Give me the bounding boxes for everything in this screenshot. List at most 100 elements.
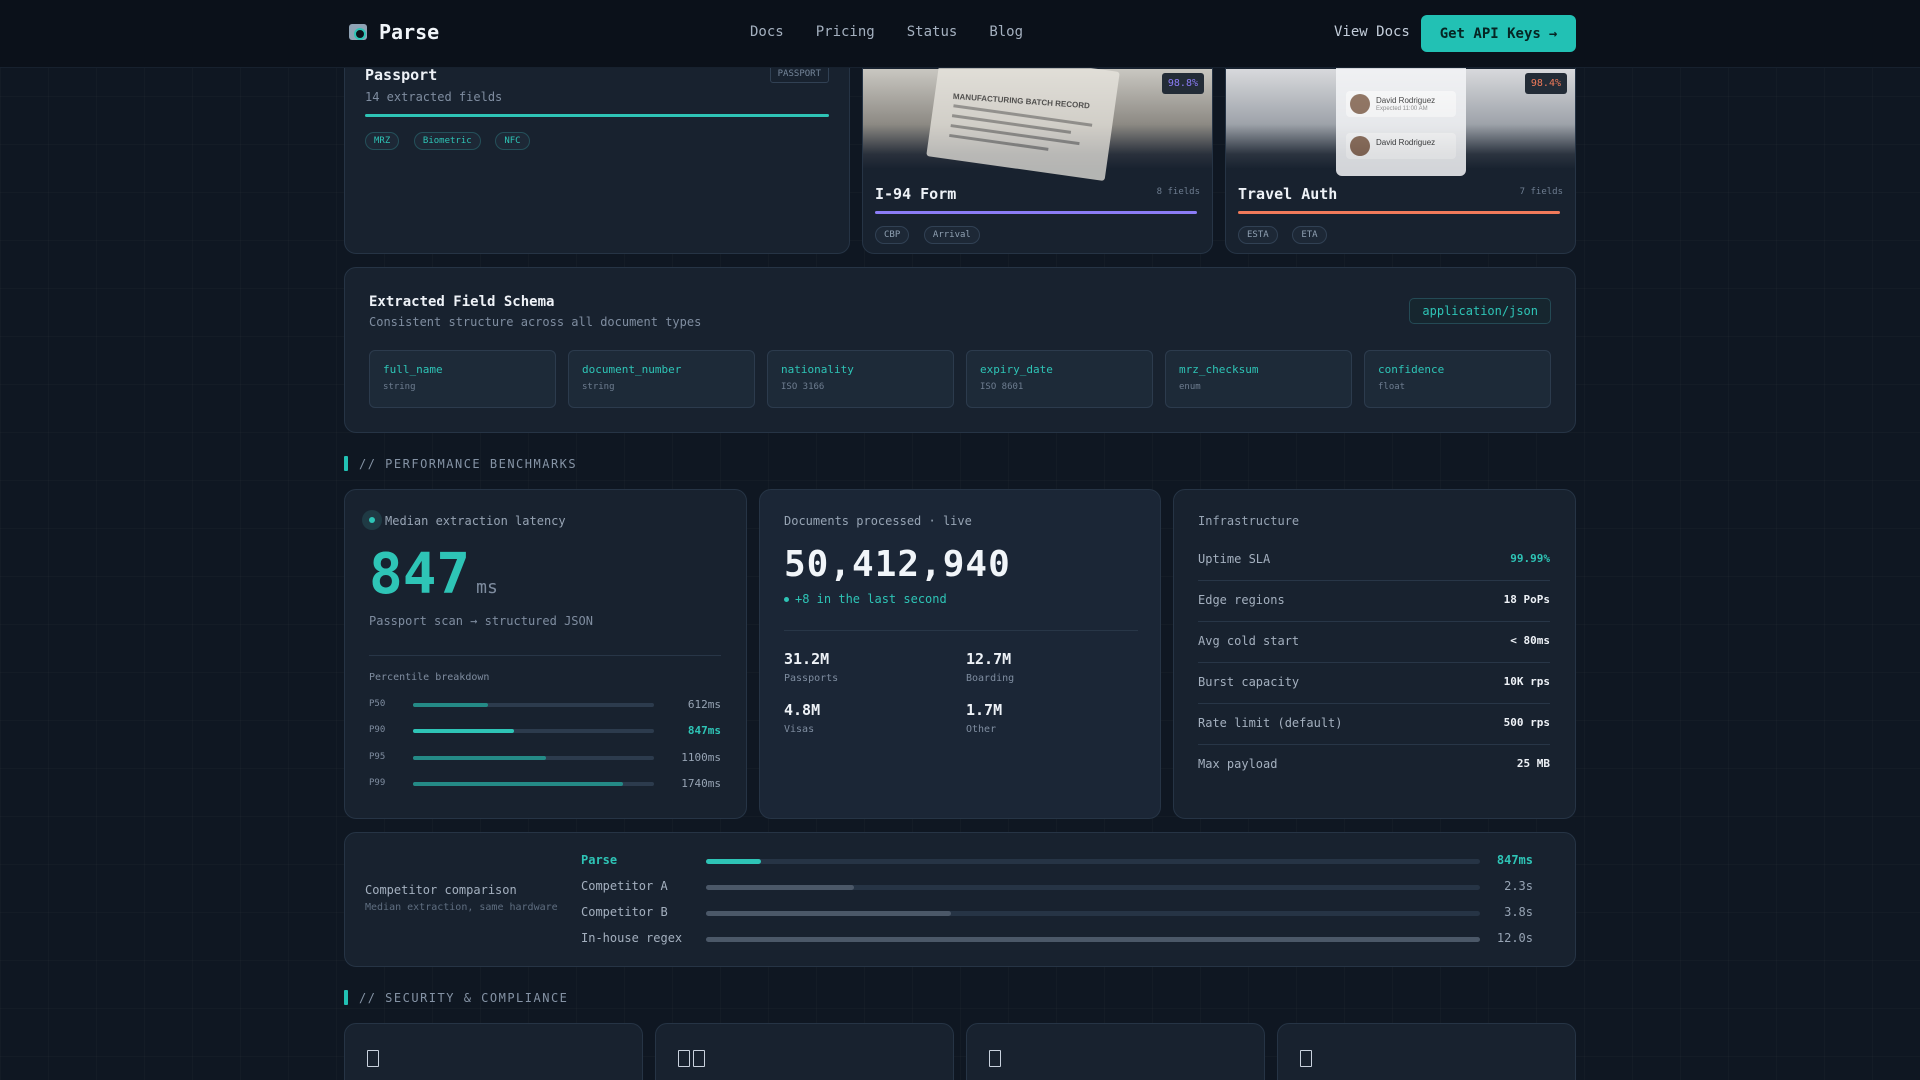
field-type: float (1378, 382, 1406, 392)
field-expiry-date[interactable]: expiry_date ISO 8601 (966, 350, 1153, 408)
key-icon (1300, 1050, 1312, 1067)
schema-subtitle: Consistent structure across all document… (369, 315, 702, 329)
field-name: full_name (383, 363, 443, 376)
i94-card[interactable]: MANUFACTURING BATCH RECORD 98.8% I-94 Fo… (862, 40, 1213, 254)
percentile-bar-fill (413, 729, 515, 733)
competitor-row: Parse 847ms (581, 853, 1551, 869)
travel-chips: ESTA ETA (1238, 222, 1332, 244)
latency-caption: Passport scan → structured JSON (369, 614, 593, 628)
competitor-bar-track (706, 911, 1480, 916)
travel-confidence-badge: 98.4% (1524, 73, 1567, 94)
photo-expected-1: Expected 11:00 AM (1376, 106, 1428, 112)
percentile-bar-fill (413, 782, 623, 786)
percentile-breakdown-label: Percentile breakdown (369, 672, 490, 683)
competitor-name: Parse (581, 853, 618, 867)
scanner-logo-icon (349, 24, 367, 40)
nav-link-status[interactable]: Status (907, 24, 958, 40)
percentile-row-p50: P50 612ms (369, 698, 721, 712)
i94-field-count: 8 fields (1156, 187, 1200, 197)
competitor-bar-track (706, 859, 1480, 864)
latency-value-group: 847 ms (369, 542, 498, 607)
nav-link-docs[interactable]: Docs (750, 24, 784, 40)
field-full-name[interactable]: full_name string (369, 350, 556, 408)
field-type: ISO 8601 (980, 382, 1024, 392)
percentile-bar-track (413, 703, 654, 707)
infra-row: Max payload 25 MB (1198, 745, 1550, 786)
passport-card[interactable]: PASSPORT Passport 14 extracted fields MR… (344, 40, 850, 254)
competitor-bar-fill (706, 885, 855, 890)
infra-row: Avg cold start < 80ms (1198, 622, 1550, 663)
security-card-2[interactable] (655, 1023, 954, 1080)
security-section-label: // SECURITY & COMPLIANCE (344, 990, 568, 1005)
percentile-value: 612ms (687, 698, 721, 711)
stat-passports: 31.2M Passports (784, 650, 838, 684)
stat-other: 1.7M Other (966, 701, 1002, 735)
chip-cbp: CBP (875, 226, 910, 244)
percentile-value: 1100ms (681, 751, 721, 764)
nav-link-pricing[interactable]: Pricing (816, 24, 875, 40)
photo-name-2: David Rodriguez (1376, 138, 1436, 147)
phone-screen: David Rodriguez Expected 11:00 AM David … (1336, 61, 1466, 176)
percentile-bar-fill (413, 756, 546, 760)
field-type: string (582, 382, 615, 392)
performance-section-label: // PERFORMANCE BENCHMARKS (344, 456, 577, 471)
infra-value: 25 MB (1516, 757, 1550, 770)
percentile-bar-track (413, 782, 654, 786)
security-card-3[interactable] (966, 1023, 1265, 1080)
passport-accuracy-bar (365, 114, 829, 117)
field-name: confidence (1378, 363, 1445, 376)
competitor-value: 847ms (1496, 853, 1533, 867)
stat-value: 31.2M (784, 650, 830, 668)
percentile-row-p99: P99 1740ms (369, 777, 721, 791)
security-card-1[interactable] (344, 1023, 643, 1080)
chip-esta: ESTA (1238, 226, 1278, 244)
arrow-right-icon: → (1548, 25, 1558, 42)
travel-auth-card[interactable]: David Rodriguez Expected 11:00 AM David … (1225, 40, 1576, 254)
infrastructure-label: Infrastructure (1198, 514, 1300, 528)
infra-row: Edge regions 18 PoPs (1198, 581, 1550, 622)
stat-value: 4.8M (784, 701, 821, 719)
live-indicator: +8 in the last second (784, 592, 947, 606)
brand[interactable]: Parse (349, 20, 439, 44)
field-confidence[interactable]: confidence float (1364, 350, 1551, 408)
latency-card: Median extraction latency 847 ms Passport… (344, 489, 747, 819)
field-document-number[interactable]: document_number string (568, 350, 755, 408)
percentile-value: 1740ms (681, 777, 721, 790)
travel-field-count: 7 fields (1519, 187, 1563, 197)
infra-key: Edge regions (1198, 593, 1285, 607)
field-name: mrz_checksum (1179, 363, 1259, 376)
chip-arrival: Arrival (923, 226, 980, 244)
field-name: nationality (781, 363, 854, 376)
i94-accuracy-bar (875, 211, 1197, 214)
infra-value: < 80ms (1510, 634, 1550, 647)
field-mrz-checksum[interactable]: mrz_checksum enum (1165, 350, 1352, 408)
infra-value: 18 PoPs (1503, 593, 1550, 606)
percentile-bar-track (413, 756, 654, 760)
field-nationality[interactable]: nationality ISO 3166 (767, 350, 954, 408)
security-card-4[interactable] (1277, 1023, 1576, 1080)
competitor-bar-track (706, 885, 1480, 890)
documents-processed-value: 50,412,940 (784, 544, 1011, 585)
live-dot-icon (362, 510, 382, 530)
competitor-row: Competitor B 3.8s (581, 905, 1551, 921)
field-name: document_number (582, 363, 682, 376)
live-rate-note: +8 in the last second (795, 592, 947, 606)
stat-boarding: 12.7M Boarding (966, 650, 1014, 684)
percentile-key: P90 (369, 725, 386, 735)
competitor-name: In-house regex (581, 931, 683, 945)
infra-key: Uptime SLA (1198, 552, 1271, 566)
travel-auth-title: Travel Auth (1238, 185, 1338, 203)
lock-icon (367, 1050, 379, 1067)
percentile-row-p95: P95 1100ms (369, 751, 721, 765)
field-type: string (383, 382, 416, 392)
percentile-key: P95 (369, 752, 386, 762)
latency-unit: ms (476, 577, 498, 598)
competitor-value: 2.3s (1504, 879, 1533, 893)
view-docs-link[interactable]: View Docs (1334, 24, 1410, 40)
nav-links: Docs Pricing Status Blog (750, 24, 1023, 40)
shield-check-icon (678, 1050, 705, 1067)
passport-title: Passport (365, 66, 438, 84)
infra-row: Rate limit (default) 500 rps (1198, 704, 1550, 745)
nav-link-blog[interactable]: Blog (989, 24, 1023, 40)
get-api-keys-button[interactable]: Get API Keys → (1421, 15, 1576, 52)
